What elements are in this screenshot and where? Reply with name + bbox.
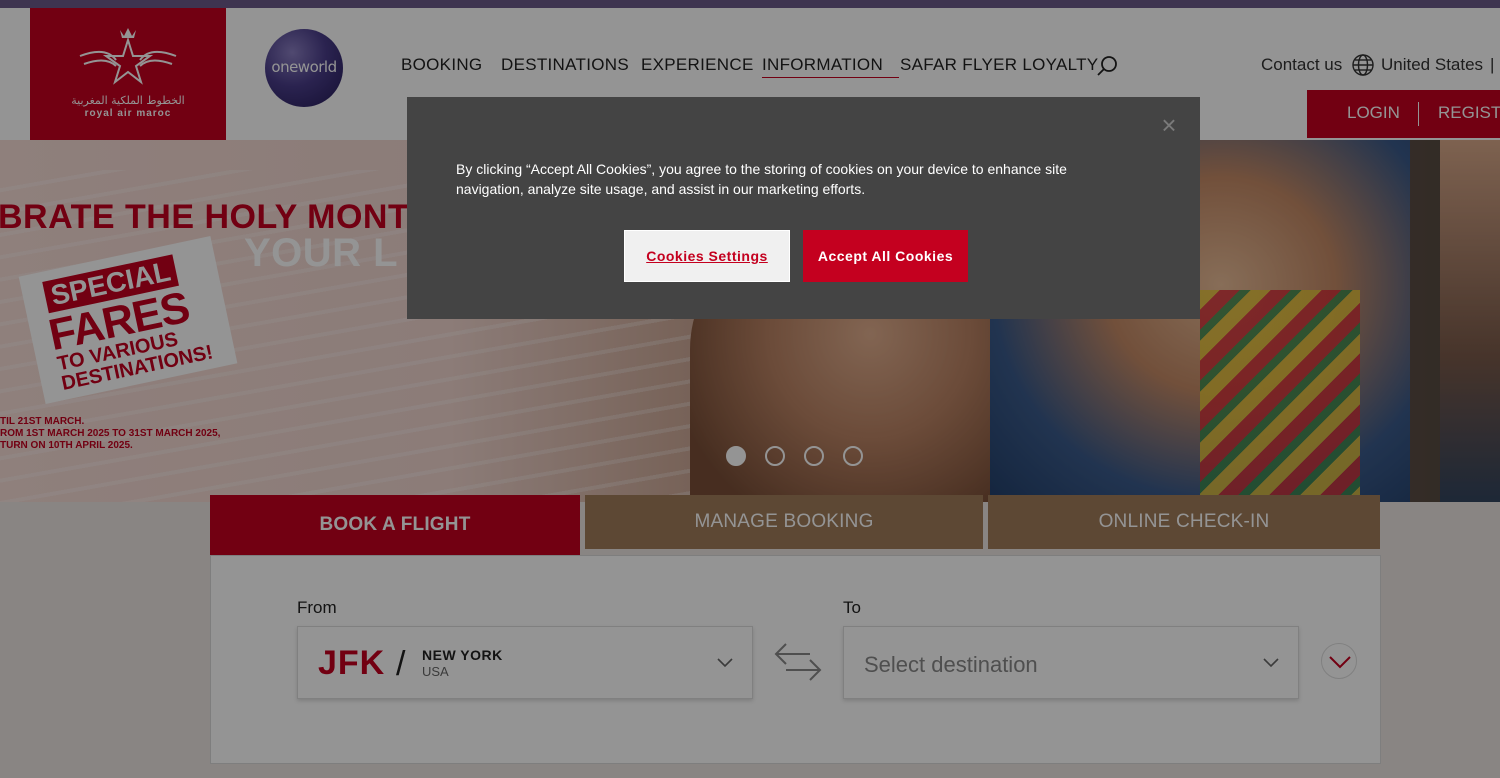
close-icon[interactable]: ×	[1157, 112, 1181, 138]
cookies-settings-button[interactable]: Cookies Settings	[624, 230, 790, 282]
cookie-consent-banner: × By clicking “Accept All Cookies”, you …	[407, 97, 1200, 319]
accept-all-cookies-button[interactable]: Accept All Cookies	[803, 230, 968, 282]
cookie-consent-text: By clicking “Accept All Cookies”, you ag…	[456, 161, 1067, 197]
